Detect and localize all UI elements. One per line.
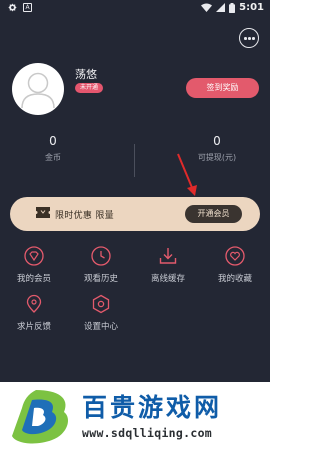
menu-my-favorites[interactable]: 我的收藏 [202, 246, 268, 284]
heart-icon [225, 246, 245, 266]
clock-icon [91, 246, 111, 266]
menu-label: 我的收藏 [217, 274, 252, 284]
menu-request-feedback[interactable]: 求片反馈 [1, 294, 67, 332]
menu-label: 离线缓存 [150, 274, 185, 284]
menu-label: 求片反馈 [16, 322, 51, 332]
diamond-icon [24, 246, 44, 266]
location-pin-icon [26, 294, 42, 313]
watermark-title: 百贵游戏网 [82, 393, 223, 422]
menu-offline-cache[interactable]: 离线缓存 [135, 246, 201, 284]
menu-label: 观看历史 [83, 274, 118, 284]
watermark-logo-icon [12, 390, 68, 444]
profile-screen: A 5:01 荡悠 未开通 签到奖励 0 金币 0 可提现(元) 限时优惠 限量… [0, 0, 270, 382]
menu-label: 我的会员 [16, 274, 51, 284]
menu-watch-history[interactable]: 观看历史 [68, 246, 134, 284]
watermark: 百贵游戏网 www.sdqlliqing.com [0, 382, 270, 455]
menu-settings-center[interactable]: 设置中心 [68, 294, 134, 332]
download-icon [159, 248, 177, 264]
watermark-url: www.sdqlliqing.com [82, 426, 213, 440]
menu-label: 设置中心 [83, 322, 118, 332]
settings-hexagon-icon [92, 294, 110, 314]
menu-my-membership[interactable]: 我的会员 [1, 246, 67, 284]
